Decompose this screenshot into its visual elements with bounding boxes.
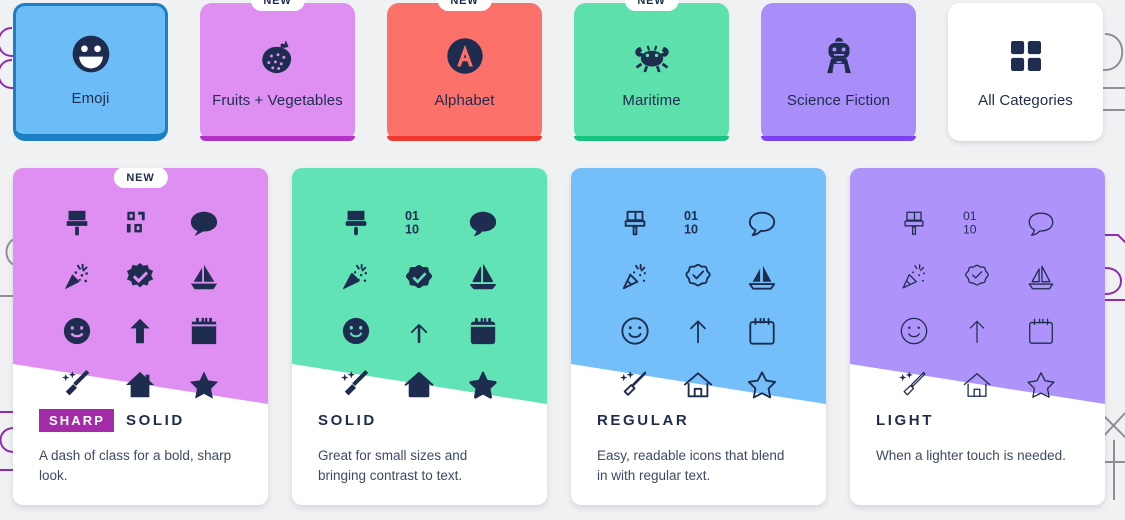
style-icon-grid [603, 196, 794, 412]
arrow-up-icon [123, 314, 157, 348]
face-smile-icon [618, 314, 652, 348]
face-smile-icon [897, 314, 931, 348]
paintbrush-icon [339, 206, 373, 240]
style-card-sharp-solid[interactable]: SHARP SOLID A dash of class for a bold, … [13, 168, 268, 505]
style-card-row: SHARP SOLID A dash of class for a bold, … [13, 168, 1113, 508]
new-badge: NEW [437, 0, 492, 11]
style-title-row: SOLID [318, 408, 521, 432]
category-row: Emoji Fruits + Vegetables NEW Alphabet N… [13, 0, 1113, 144]
style-card-body: REGULAR Easy, readable icons that blend … [571, 390, 826, 505]
category-card-science-fiction[interactable]: Science Fiction [761, 3, 916, 141]
paintbrush-icon [897, 206, 931, 240]
category-card-surface: All Categories [948, 3, 1103, 141]
category-card-alphabet[interactable]: Alphabet NEW [387, 0, 542, 141]
style-title: SOLID [126, 411, 185, 429]
sailboat-icon [187, 260, 221, 294]
category-label: Science Fiction [786, 91, 891, 109]
new-badge: NEW [624, 0, 679, 11]
badge-check-icon [960, 260, 994, 294]
style-icon-grid [882, 196, 1073, 412]
style-title-row: SHARP SOLID [39, 408, 242, 432]
face-smile-icon [339, 314, 373, 348]
calendar-icon [187, 314, 221, 348]
category-accent-bar [761, 136, 916, 141]
binary-icon [123, 206, 157, 240]
style-title: SOLID [318, 411, 377, 429]
party-horn-icon [897, 260, 931, 294]
category-label: Maritime [622, 91, 681, 109]
category-label: Fruits + Vegetables [212, 91, 343, 109]
comment-icon [466, 206, 500, 240]
comment-icon [187, 206, 221, 240]
category-card-surface: Fruits + Vegetables [200, 3, 355, 141]
category-card-maritime[interactable]: Maritime NEW [574, 0, 729, 141]
style-title-row: REGULAR [597, 408, 800, 432]
style-title: REGULAR [597, 411, 690, 429]
comment-icon [745, 206, 779, 240]
style-card-solid[interactable]: SOLID Great for small sizes and bringing… [292, 168, 547, 505]
style-title-row: LIGHT [876, 408, 1079, 432]
style-title: LIGHT [876, 411, 934, 429]
category-accent-bar [387, 136, 542, 141]
category-card-fruits-vegetables[interactable]: Fruits + Vegetables NEW [200, 0, 355, 141]
grid-squares-icon [1004, 34, 1048, 78]
calendar-icon [466, 314, 500, 348]
crab-icon [630, 34, 674, 78]
party-horn-icon [60, 260, 94, 294]
category-card-all-categories[interactable]: All Categories [948, 3, 1103, 141]
style-description: Easy, readable icons that blend in with … [597, 448, 785, 483]
style-description: Great for small sizes and bringing contr… [318, 448, 468, 483]
category-label: Emoji [71, 89, 110, 107]
category-card-emoji[interactable]: Emoji [13, 3, 168, 141]
category-label: Alphabet [434, 91, 495, 109]
category-card-surface: Alphabet [387, 3, 542, 141]
calendar-icon [1024, 314, 1058, 348]
badge-check-icon [402, 260, 436, 294]
circle-a-icon [443, 34, 487, 78]
sailboat-icon [745, 260, 779, 294]
calendar-icon [745, 314, 779, 348]
style-card-body: SOLID Great for small sizes and bringing… [292, 390, 547, 505]
category-card-surface: Science Fiction [761, 3, 916, 141]
binary-icon [402, 206, 436, 240]
comment-icon [1024, 206, 1058, 240]
new-badge: NEW [250, 0, 305, 11]
sailboat-icon [1024, 260, 1058, 294]
face-smile-icon [60, 314, 94, 348]
paintbrush-icon [60, 206, 94, 240]
category-label: All Categories [978, 91, 1073, 109]
party-horn-icon [339, 260, 373, 294]
binary-icon [681, 206, 715, 240]
style-icon-grid [324, 196, 515, 412]
style-description: When a lighter touch is needed. [876, 448, 1066, 463]
binary-icon [960, 206, 994, 240]
robot-icon [817, 34, 861, 78]
style-card-body: LIGHT When a lighter touch is needed. [850, 390, 1105, 505]
style-card-body: SHARP SOLID A dash of class for a bold, … [13, 390, 268, 505]
style-card-regular[interactable]: REGULAR Easy, readable icons that blend … [571, 168, 826, 505]
arrow-up-icon [402, 314, 436, 348]
arrow-up-icon [960, 314, 994, 348]
badge-check-icon [123, 260, 157, 294]
category-card-surface: Emoji [13, 3, 168, 141]
style-card-light[interactable]: LIGHT When a lighter touch is needed. [850, 168, 1105, 505]
style-prefix-badge: SHARP [39, 408, 115, 432]
arrow-up-icon [681, 314, 715, 348]
badge-check-icon [681, 260, 715, 294]
style-icon-grid [45, 196, 236, 412]
category-accent-bar [200, 136, 355, 141]
category-card-surface: Maritime [574, 3, 729, 141]
sailboat-icon [466, 260, 500, 294]
paintbrush-icon [618, 206, 652, 240]
style-description: A dash of class for a bold, sharp look. [39, 448, 232, 483]
new-badge: NEW [113, 168, 168, 188]
party-horn-icon [618, 260, 652, 294]
category-accent-bar [574, 136, 729, 141]
face-grin-icon [69, 32, 113, 76]
strawberry-icon [256, 34, 300, 78]
